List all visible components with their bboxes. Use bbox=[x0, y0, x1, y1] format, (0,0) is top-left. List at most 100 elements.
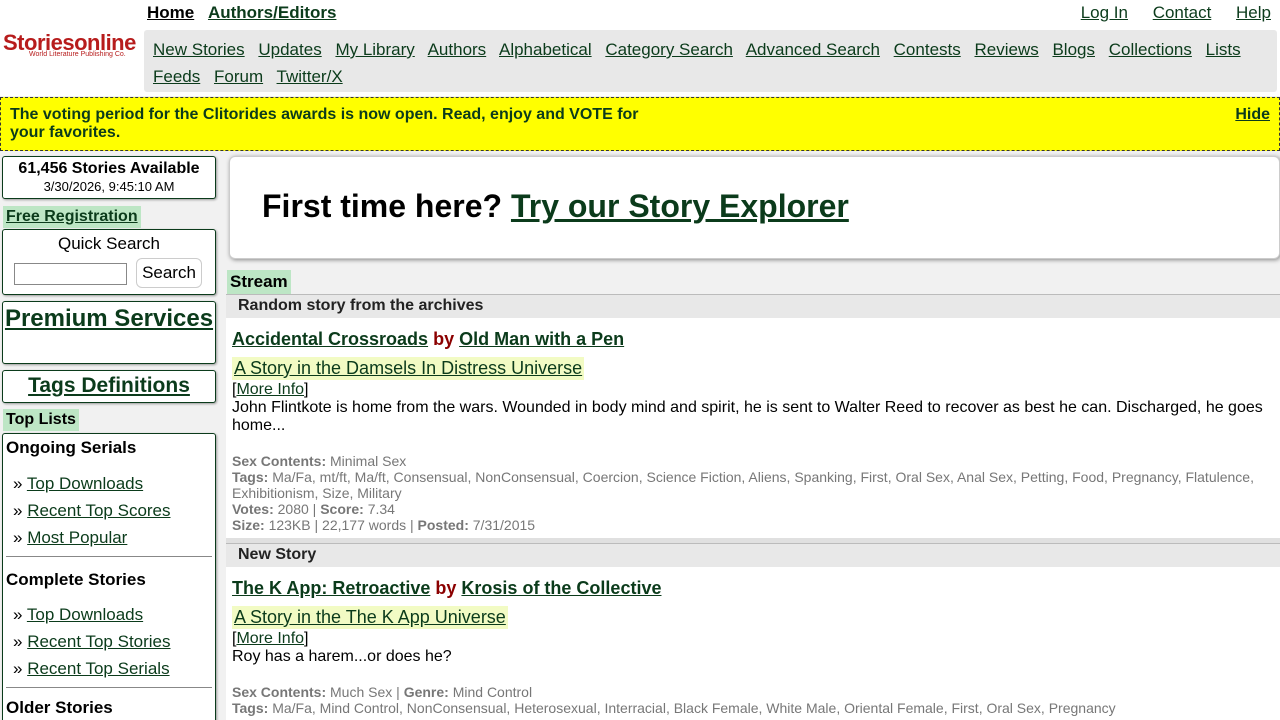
story-title-line: The K App: Retroactive by Krosis of the … bbox=[232, 578, 1274, 599]
nav-advanced-search[interactable]: Advanced Search bbox=[746, 40, 880, 59]
universe-link[interactable]: A Story in the The K App Universe bbox=[234, 607, 506, 627]
top-lists-tab: Top Lists bbox=[3, 409, 79, 431]
score-label: Score: bbox=[320, 501, 364, 517]
story-explorer-banner: First time here? Try our Story Explorer bbox=[229, 156, 1280, 259]
more-info: [More Info] bbox=[232, 630, 309, 647]
universe-link[interactable]: A Story in the Damsels In Distress Unive… bbox=[234, 358, 582, 378]
hide-announcement-link[interactable]: Hide bbox=[1235, 106, 1270, 124]
list-item: » Recent Top Serials bbox=[13, 659, 170, 678]
story-title-link[interactable]: Accidental Crossroads bbox=[232, 329, 428, 349]
nav-twitter[interactable]: Twitter/X bbox=[277, 67, 343, 86]
sex-contents-value: Much Sex bbox=[330, 684, 393, 700]
nav-collections[interactable]: Collections bbox=[1109, 40, 1192, 59]
divider bbox=[6, 556, 212, 557]
tags-value: Ma/Fa, mt/ft, Ma/ft, Consensual, NonCons… bbox=[232, 469, 1254, 501]
quick-search-box: Quick Search Search bbox=[2, 229, 216, 295]
nav-authors-editors-link[interactable]: Authors/Editors bbox=[208, 3, 336, 22]
stories-count: 61,456 Stories Available bbox=[18, 160, 200, 177]
nav-reviews[interactable]: Reviews bbox=[974, 40, 1038, 59]
current-datetime: 3/30/2026, 9:45:10 AM bbox=[43, 179, 175, 194]
login-link[interactable]: Log In bbox=[1081, 3, 1128, 22]
nav-updates[interactable]: Updates bbox=[258, 40, 321, 59]
list-item: » Recent Top Stories bbox=[13, 632, 171, 651]
nav-home-link[interactable]: Home bbox=[147, 3, 194, 22]
list-item: » Most Popular bbox=[13, 528, 128, 547]
nav-new-stories[interactable]: New Stories bbox=[153, 40, 245, 59]
author-link[interactable]: Krosis of the Collective bbox=[461, 578, 661, 598]
premium-services-link[interactable]: Premium Services bbox=[5, 305, 213, 332]
list-item: » Top Downloads bbox=[13, 474, 144, 493]
stories-stats-box: 61,456 Stories Available 3/30/2026, 9:45… bbox=[2, 156, 216, 199]
sex-contents-value: Minimal Sex bbox=[330, 453, 407, 469]
complete-stories-heading: Complete Stories bbox=[6, 570, 146, 589]
by-label: by bbox=[435, 578, 457, 598]
size-label: Size: bbox=[232, 517, 265, 533]
nav-category-search[interactable]: Category Search bbox=[605, 40, 733, 59]
ongoing-top-downloads-link[interactable]: Top Downloads bbox=[27, 474, 143, 493]
premium-services-box: Premium Services bbox=[2, 301, 216, 364]
story-meta: Sex Contents: Much Sex | Genre: Mind Con… bbox=[232, 684, 1116, 716]
nav-contests[interactable]: Contests bbox=[894, 40, 961, 59]
story-stream: Random story from the archives Accidenta… bbox=[226, 294, 1280, 720]
by-label: by bbox=[433, 329, 455, 349]
genre-value: Mind Control bbox=[452, 684, 533, 700]
stream-tab: Stream bbox=[227, 270, 291, 294]
ongoing-recent-top-scores-link[interactable]: Recent Top Scores bbox=[27, 501, 170, 520]
story-description: Roy has a harem...or does he? bbox=[232, 648, 452, 665]
list-item: » Top Downloads bbox=[13, 605, 144, 624]
site-logo[interactable]: Storiesonline World Literature Publishin… bbox=[3, 30, 141, 62]
story-item: Accidental Crossroads by Old Man with a … bbox=[226, 318, 1280, 538]
score-value: 7.34 bbox=[367, 501, 395, 517]
story-meta: Sex Contents: Minimal Sex Tags: Ma/Fa, m… bbox=[232, 453, 1254, 533]
votes-label: Votes: bbox=[232, 501, 274, 517]
tags-definitions-link[interactable]: Tags Definitions bbox=[28, 374, 190, 397]
nav-blogs[interactable]: Blogs bbox=[1052, 40, 1095, 59]
complete-recent-top-serials-link[interactable]: Recent Top Serials bbox=[27, 659, 169, 678]
announcement-text: The voting period for the Clitorides awa… bbox=[10, 106, 639, 141]
first-time-prompt: First time here? bbox=[262, 188, 503, 224]
quick-search-title: Quick Search bbox=[57, 234, 161, 253]
complete-top-downloads-link[interactable]: Top Downloads bbox=[27, 605, 143, 624]
site-header: Storiesonline World Literature Publishin… bbox=[0, 0, 1280, 96]
words-value: 22,177 words bbox=[322, 517, 407, 533]
tags-label: Tags: bbox=[232, 700, 269, 716]
logo-subtitle: World Literature Publishing Co. bbox=[29, 51, 126, 58]
main-nav: New Stories Updates My Library Authors A… bbox=[144, 30, 1277, 92]
contact-link[interactable]: Contact bbox=[1153, 3, 1212, 22]
author-link[interactable]: Old Man with a Pen bbox=[459, 329, 624, 349]
section-header: Random story from the archives bbox=[226, 294, 1280, 318]
sex-contents-label: Sex Contents: bbox=[232, 453, 327, 469]
votes-value: 2080 bbox=[277, 501, 309, 517]
story-explorer-link[interactable]: Try our Story Explorer bbox=[511, 188, 849, 224]
ongoing-serials-heading: Ongoing Serials bbox=[6, 438, 137, 457]
story-description: John Flintkote is home from the wars. Wo… bbox=[232, 399, 1263, 434]
genre-label: Genre: bbox=[403, 684, 449, 700]
story-title-link[interactable]: The K App: Retroactive bbox=[232, 578, 430, 598]
account-links: Log In Contact Help bbox=[1061, 3, 1271, 23]
more-info: [More Info] bbox=[232, 381, 309, 398]
posted-label: Posted: bbox=[417, 517, 469, 533]
tags-definitions-box: Tags Definitions bbox=[2, 370, 216, 403]
free-registration-link[interactable]: Free Registration bbox=[3, 206, 141, 228]
help-link[interactable]: Help bbox=[1236, 3, 1271, 22]
more-info-link[interactable]: More Info bbox=[236, 381, 304, 398]
complete-stories-list: » Top Downloads » Recent Top Stories » R… bbox=[13, 601, 212, 682]
nav-feeds[interactable]: Feeds bbox=[153, 67, 200, 86]
ongoing-most-popular-link[interactable]: Most Popular bbox=[27, 528, 127, 547]
divider bbox=[6, 687, 212, 688]
more-info-link[interactable]: More Info bbox=[236, 630, 304, 647]
nav-lists[interactable]: Lists bbox=[1206, 40, 1241, 59]
size-value: 123KB bbox=[268, 517, 311, 533]
nav-forum[interactable]: Forum bbox=[214, 67, 263, 86]
nav-authors[interactable]: Authors bbox=[428, 40, 487, 59]
complete-recent-top-stories-link[interactable]: Recent Top Stories bbox=[27, 632, 170, 651]
section-header: New Story bbox=[226, 543, 1280, 567]
top-nav: Home Authors/Editors bbox=[147, 3, 345, 23]
ongoing-serials-list: » Top Downloads » Recent Top Scores » Mo… bbox=[13, 470, 212, 551]
story-item: The K App: Retroactive by Krosis of the … bbox=[226, 567, 1280, 716]
quick-search-input[interactable] bbox=[14, 263, 127, 285]
quick-search-button[interactable]: Search bbox=[136, 258, 202, 288]
nav-alphabetical[interactable]: Alphabetical bbox=[499, 40, 592, 59]
nav-my-library[interactable]: My Library bbox=[335, 40, 414, 59]
universe-badge: A Story in the Damsels In Distress Unive… bbox=[232, 357, 585, 380]
